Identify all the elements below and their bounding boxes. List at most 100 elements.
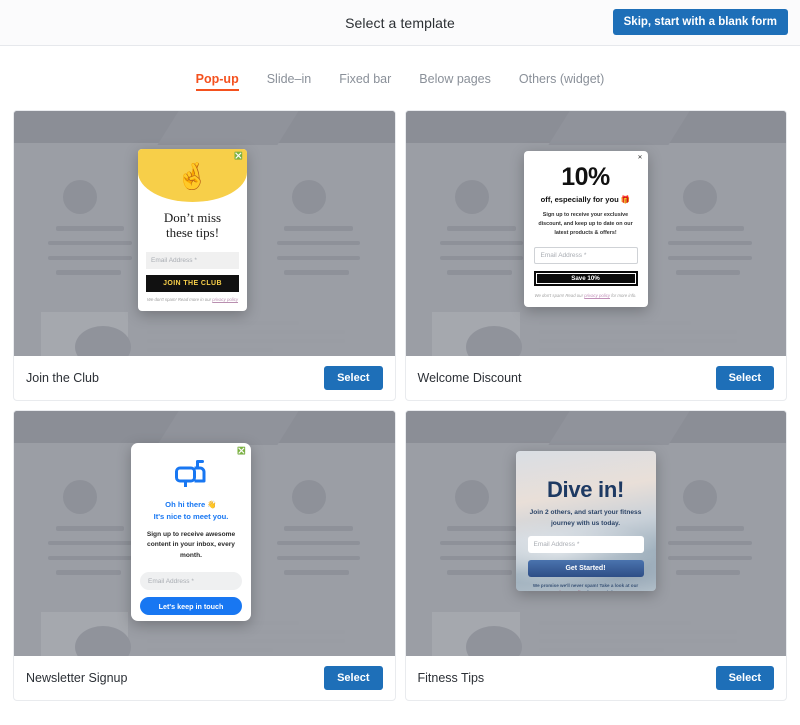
mock-diagonal-shape bbox=[548, 411, 691, 445]
tab-below-pages[interactable]: Below pages bbox=[419, 72, 491, 91]
template-card-fitness-tips[interactable]: ✕ Dive in! Join 2 others, and start your… bbox=[404, 410, 787, 701]
template-card-welcome-discount[interactable]: ✕ 10% off, especially for you 🎁 Sign up … bbox=[404, 110, 787, 401]
privacy-policy-link[interactable]: Privacy Policy bbox=[554, 590, 585, 591]
mock-text-line bbox=[538, 638, 737, 643]
mock-text-line bbox=[48, 255, 132, 261]
mock-text-line bbox=[668, 240, 752, 246]
email-placeholder: Email Address * bbox=[540, 251, 587, 259]
mock-text-line bbox=[668, 540, 752, 546]
mock-avatar-right bbox=[683, 179, 718, 214]
popup-newsletter-signup[interactable]: ❎ Oh hi there 👋 It's nice to meet you. S… bbox=[131, 443, 251, 621]
mock-text-line bbox=[147, 320, 300, 325]
popup-fitness-tips[interactable]: ✕ Dive in! Join 2 others, and start your… bbox=[515, 451, 656, 591]
privacy-policy-link[interactable]: privacy policy bbox=[212, 297, 238, 302]
mock-diagonal-shape bbox=[157, 111, 299, 145]
popup-cta-button[interactable]: Save 10% bbox=[533, 270, 638, 286]
page-header: Select a template Skip, start with a bla… bbox=[0, 0, 800, 46]
mock-text-line bbox=[538, 647, 665, 652]
popup-body-text: Sign up to receive your exclusive discou… bbox=[538, 212, 633, 236]
mock-avatar-left bbox=[454, 479, 489, 514]
popup-join-the-club[interactable]: ❎ 🤞 Don’t miss these tips! Email Address… bbox=[138, 149, 247, 311]
template-card-footer: Newsletter Signup Select bbox=[14, 656, 395, 700]
template-card-newsletter-signup[interactable]: ❎ Oh hi there 👋 It's nice to meet you. S… bbox=[13, 410, 396, 701]
mock-text-line bbox=[284, 270, 349, 275]
mock-avatar-right bbox=[291, 179, 326, 214]
email-placeholder: Email Address * bbox=[533, 541, 580, 549]
mock-text-line bbox=[538, 347, 665, 352]
mock-text-line bbox=[675, 570, 741, 575]
template-card-footer: Join the Club Select bbox=[14, 356, 395, 400]
email-input[interactable]: Email Address * bbox=[533, 246, 638, 264]
mock-text-line bbox=[284, 226, 353, 231]
mock-text-line bbox=[48, 555, 132, 561]
tab-slide-in[interactable]: Slide–in bbox=[267, 72, 311, 91]
mock-text-line bbox=[48, 240, 132, 246]
mock-text-line bbox=[284, 570, 349, 575]
mock-text-line bbox=[55, 570, 121, 575]
popup-cta-button[interactable]: JOIN THE CLUB bbox=[146, 274, 239, 292]
popup-subheadline: off, especially for you 🎁 bbox=[540, 195, 631, 204]
mock-text-line bbox=[447, 526, 516, 531]
mock-text-line bbox=[147, 347, 273, 352]
tab-others-widget[interactable]: Others (widget) bbox=[519, 72, 604, 91]
mock-avatar-right bbox=[683, 479, 718, 514]
template-name: Fitness Tips bbox=[417, 671, 485, 685]
popup-fineprint: We don't spam! Read our privacy policy f… bbox=[534, 292, 637, 298]
mock-avatar-left bbox=[454, 179, 489, 214]
mock-text-line bbox=[538, 320, 691, 325]
mock-text-line bbox=[276, 540, 361, 546]
mock-avatar-right bbox=[291, 479, 326, 514]
mock-text-line bbox=[447, 270, 513, 275]
mock-avatar-left bbox=[63, 479, 98, 514]
mock-text-line bbox=[675, 270, 741, 275]
email-input[interactable]: Email Address * bbox=[146, 251, 239, 269]
email-placeholder: Email Address * bbox=[151, 256, 197, 264]
popup-greeting: Oh hi there 👋 It's nice to meet you. bbox=[153, 500, 229, 521]
template-preview: ❎ 🤞 Don’t miss these tips! Email Address… bbox=[14, 111, 395, 356]
select-template-button[interactable]: Select bbox=[324, 366, 383, 390]
mock-text-line bbox=[55, 526, 125, 531]
mock-text-line bbox=[447, 226, 516, 231]
popup-title: Don’t miss these tips! bbox=[163, 210, 222, 241]
template-grid: ❎ 🤞 Don’t miss these tips! Email Address… bbox=[0, 101, 800, 701]
mock-text-line bbox=[48, 540, 132, 546]
mock-text-line bbox=[538, 338, 737, 343]
close-icon[interactable]: ✕ bbox=[637, 155, 642, 161]
mock-text-line bbox=[538, 629, 737, 634]
select-template-button[interactable]: Select bbox=[715, 366, 774, 390]
select-template-button[interactable]: Select bbox=[715, 666, 774, 690]
mock-avatar-left bbox=[63, 179, 98, 214]
template-category-tabs: Pop-up Slide–in Fixed bar Below pages Ot… bbox=[0, 46, 800, 101]
mock-text-line bbox=[447, 570, 513, 575]
mock-text-line bbox=[668, 555, 752, 561]
popup-headline: 10% bbox=[561, 163, 610, 191]
mock-text-line bbox=[147, 338, 346, 343]
close-icon[interactable]: ❎ bbox=[237, 448, 246, 455]
mock-text-line bbox=[147, 620, 300, 625]
popup-banner: 🤞 bbox=[138, 149, 247, 202]
mock-text-line bbox=[147, 329, 346, 334]
mock-text-line bbox=[147, 629, 346, 634]
email-input[interactable]: Email Address * bbox=[140, 572, 242, 591]
mock-text-line bbox=[538, 329, 737, 334]
tab-fixed-bar[interactable]: Fixed bar bbox=[339, 72, 391, 91]
template-preview: ✕ Dive in! Join 2 others, and start your… bbox=[405, 411, 786, 656]
popup-fineprint: We don't spam! Read more in our privacy … bbox=[146, 296, 239, 302]
popup-cta-button[interactable]: Get Started! bbox=[527, 560, 644, 578]
select-template-button[interactable]: Select bbox=[324, 666, 383, 690]
template-preview: ✕ 10% off, especially for you 🎁 Sign up … bbox=[405, 111, 786, 356]
popup-cta-button[interactable]: Let's keep in touch bbox=[140, 597, 242, 616]
privacy-policy-link[interactable]: privacy policy bbox=[584, 293, 610, 298]
popup-welcome-discount[interactable]: ✕ 10% off, especially for you 🎁 Sign up … bbox=[523, 151, 648, 307]
skip-blank-form-button[interactable]: Skip, start with a blank form bbox=[612, 9, 788, 35]
template-name: Welcome Discount bbox=[417, 371, 522, 385]
tab-pop-up[interactable]: Pop-up bbox=[195, 72, 239, 91]
mock-text-line bbox=[276, 255, 361, 261]
email-input[interactable]: Email Address * bbox=[527, 536, 644, 554]
mailbox-icon bbox=[131, 459, 251, 492]
template-card-footer: Welcome Discount Select bbox=[406, 356, 787, 400]
mock-diagonal-shape bbox=[548, 111, 691, 145]
template-card-join-the-club[interactable]: ❎ 🤞 Don’t miss these tips! Email Address… bbox=[13, 110, 396, 401]
close-icon[interactable]: ❎ bbox=[234, 153, 243, 160]
popup-body-text: Sign up to receive awesome content in yo… bbox=[146, 530, 236, 559]
